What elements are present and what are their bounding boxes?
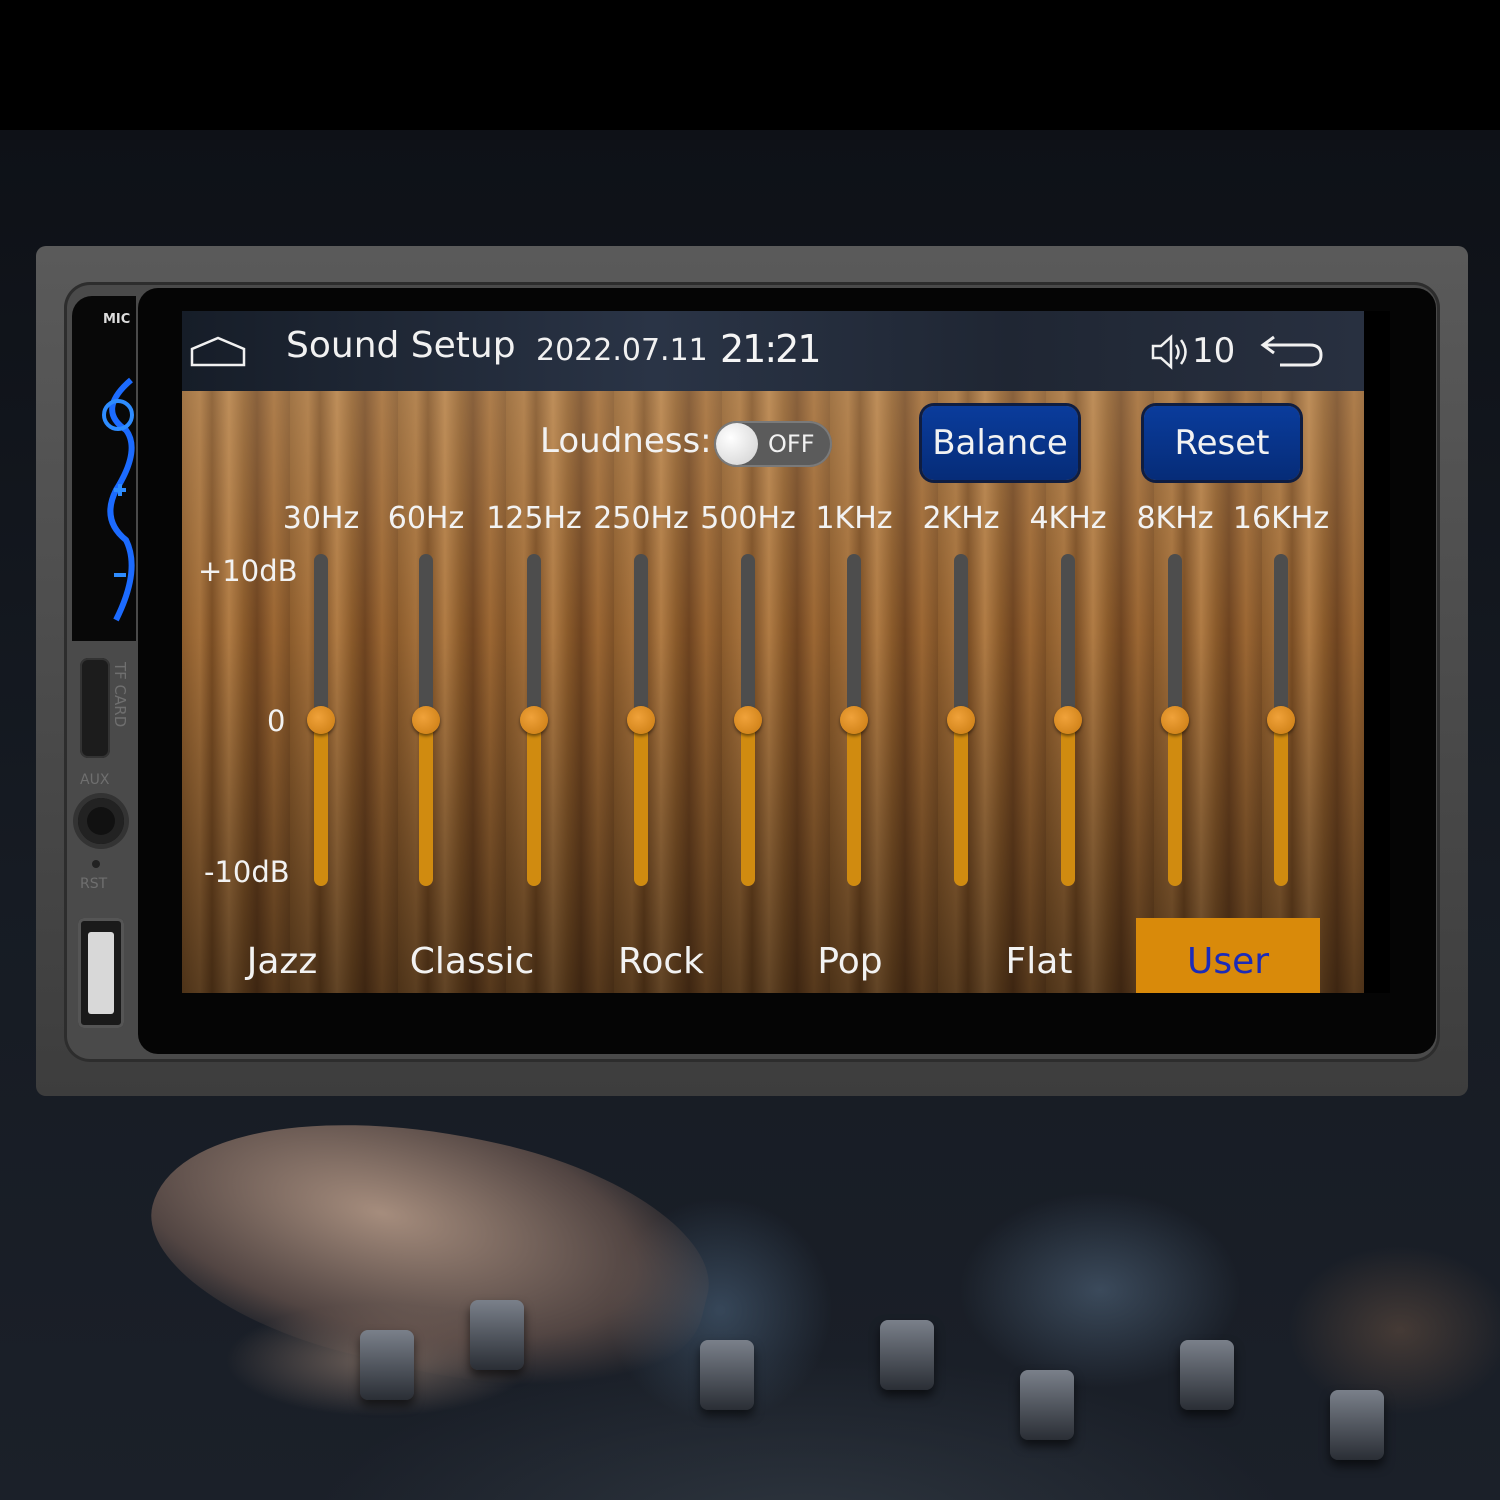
status-bar: Sound Setup 2022.07.11 21:21 10	[182, 311, 1364, 391]
wood-background	[182, 391, 1364, 993]
band-label-2khz: 2KHz	[922, 501, 1000, 536]
eq-slider-fill	[954, 720, 968, 886]
tf-card-label: TF CARD	[111, 662, 129, 728]
aux-label: AUX	[80, 772, 110, 788]
eq-slider-4khz[interactable]	[1054, 554, 1082, 886]
mixer-knob	[360, 1330, 414, 1400]
mic-label: MIC	[103, 312, 131, 327]
eq-slider-thumb[interactable]	[412, 706, 440, 734]
eq-slider-500hz[interactable]	[734, 554, 762, 886]
eq-slider-fill	[741, 720, 755, 886]
speaker-icon	[1151, 334, 1187, 370]
eq-slider-fill	[314, 720, 328, 886]
band-label-1khz: 1KHz	[815, 501, 893, 536]
volume-level: 10	[1192, 331, 1236, 371]
preset-classic[interactable]: Classic	[410, 941, 535, 982]
eq-slider-8khz[interactable]	[1161, 554, 1189, 886]
loudness-label: Loudness:	[540, 421, 712, 461]
eq-slider-60hz[interactable]	[412, 554, 440, 886]
time-display: 21:21	[720, 327, 822, 371]
loudness-toggle[interactable]: OFF	[714, 421, 832, 467]
band-label-500hz: 500Hz	[700, 501, 796, 536]
toggle-state: OFF	[768, 430, 815, 458]
eq-slider-thumb[interactable]	[520, 706, 548, 734]
usb-port	[78, 918, 124, 1028]
eq-slider-thumb[interactable]	[947, 706, 975, 734]
eq-slider-fill	[527, 720, 541, 886]
eq-slider-2khz[interactable]	[947, 554, 975, 886]
preset-pop[interactable]: Pop	[817, 941, 882, 982]
preset-user[interactable]: User	[1187, 941, 1269, 982]
eq-slider-30hz[interactable]	[307, 554, 335, 886]
band-label-8khz: 8KHz	[1136, 501, 1214, 536]
eq-slider-fill	[1168, 720, 1182, 886]
eq-slider-thumb[interactable]	[1161, 706, 1189, 734]
reset-pinhole[interactable]	[92, 860, 100, 868]
eq-slider-thumb[interactable]	[1267, 706, 1295, 734]
band-label-125hz: 125Hz	[486, 501, 582, 536]
eq-slider-250hz[interactable]	[627, 554, 655, 886]
band-label-30hz: 30Hz	[282, 501, 360, 536]
mixer-knob	[1330, 1390, 1384, 1460]
eq-slider-thumb[interactable]	[734, 706, 762, 734]
db-min-label: -10dB	[204, 855, 290, 889]
mixer-knobs-photo	[320, 1240, 1500, 1500]
eq-slider-fill	[634, 720, 648, 886]
mixer-knob	[880, 1320, 934, 1390]
db-max-label: +10dB	[198, 554, 298, 588]
top-black-band	[0, 0, 1500, 130]
eq-slider-thumb[interactable]	[1054, 706, 1082, 734]
db-zero-label: 0	[267, 704, 286, 738]
rst-label: RST	[80, 876, 108, 892]
blue-control-icons	[102, 377, 135, 622]
eq-slider-thumb[interactable]	[840, 706, 868, 734]
eq-slider-fill	[419, 720, 433, 886]
eq-slider-1khz[interactable]	[840, 554, 868, 886]
preset-flat[interactable]: Flat	[1006, 941, 1073, 982]
toggle-knob	[716, 423, 758, 465]
balance-button[interactable]: Balance	[922, 406, 1078, 480]
head-unit-screen: Sound Setup 2022.07.11 21:21 10 Loudness…	[182, 311, 1390, 993]
home-icon[interactable]	[190, 335, 246, 367]
band-label-16khz: 16KHz	[1232, 501, 1330, 536]
eq-slider-125hz[interactable]	[520, 554, 548, 886]
mixer-knob	[700, 1340, 754, 1410]
eq-slider-fill	[1061, 720, 1075, 886]
mixer-knob	[1020, 1370, 1074, 1440]
eq-slider-fill	[847, 720, 861, 886]
mixer-knob	[1180, 1340, 1234, 1410]
tf-card-slot	[80, 658, 110, 758]
reset-button[interactable]: Reset	[1144, 406, 1300, 480]
aux-jack	[78, 798, 124, 844]
eq-slider-thumb[interactable]	[307, 706, 335, 734]
page-title: Sound Setup	[286, 325, 516, 366]
preset-rock[interactable]: Rock	[618, 941, 704, 982]
band-label-60hz: 60Hz	[387, 501, 465, 536]
band-label-4khz: 4KHz	[1029, 501, 1107, 536]
eq-slider-fill	[1274, 720, 1288, 886]
mixer-knob	[470, 1300, 524, 1370]
back-arrow-icon[interactable]	[1260, 333, 1324, 369]
eq-slider-16khz[interactable]	[1267, 554, 1295, 886]
band-label-250hz: 250Hz	[593, 501, 689, 536]
preset-jazz[interactable]: Jazz	[247, 941, 317, 982]
screen-edge	[1364, 311, 1390, 993]
eq-slider-thumb[interactable]	[627, 706, 655, 734]
date-display: 2022.07.11	[536, 333, 708, 368]
